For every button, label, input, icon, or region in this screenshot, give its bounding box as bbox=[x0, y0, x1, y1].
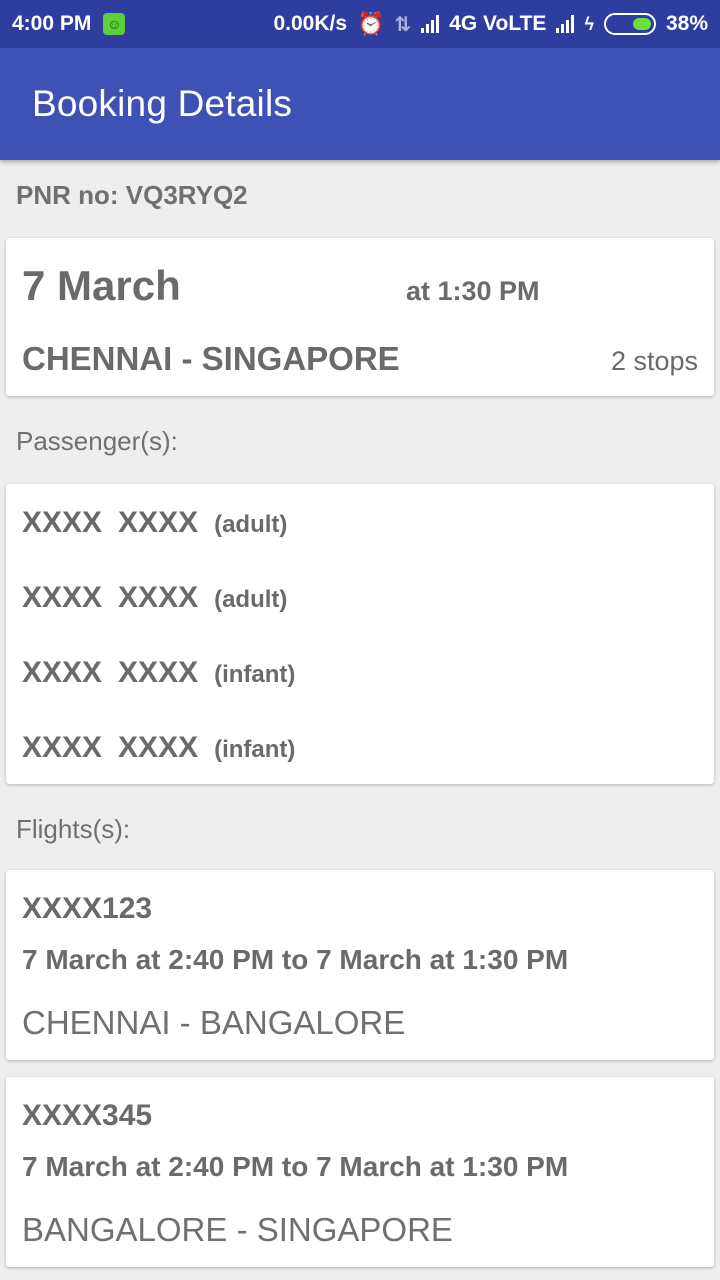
flight-code: XXXX345 bbox=[22, 1099, 153, 1132]
flights-heading: Flights(s): bbox=[16, 814, 131, 844]
pnr-number: PNR no: VQ3RYQ2 bbox=[16, 180, 248, 210]
trip-summary-card[interactable]: 7 March at 1:30 PM CHENNAI - SINGAPORE 2… bbox=[6, 238, 714, 396]
passenger-first-name: XXXX bbox=[22, 506, 103, 539]
passenger-type: (infant) bbox=[214, 661, 296, 688]
passenger-type: (adult) bbox=[214, 586, 288, 613]
app-bar: Booking Details bbox=[0, 48, 720, 160]
passenger-type: (adult) bbox=[214, 511, 288, 538]
flight-code: XXXX123 bbox=[22, 892, 153, 925]
passengers-card: XXXX XXXX (adult) XXXX XXXX (adult) XXXX… bbox=[6, 484, 714, 784]
passenger-row[interactable]: XXXX XXXX (infant) bbox=[22, 656, 295, 690]
flight-route: CHENNAI - BANGALORE bbox=[22, 1004, 406, 1041]
page-title: Booking Details bbox=[32, 83, 293, 124]
charging-icon: ϟ bbox=[584, 13, 594, 34]
network-type: 4G VoLTE bbox=[449, 12, 547, 35]
passenger-type: (infant) bbox=[214, 736, 296, 763]
passenger-first-name: XXXX bbox=[22, 656, 103, 689]
passenger-first-name: XXXX bbox=[22, 581, 103, 614]
flight-card[interactable]: XXXX123 7 March at 2:40 PM to 7 March at… bbox=[6, 870, 714, 1060]
flight-times: 7 March at 2:40 PM to 7 March at 1:30 PM bbox=[22, 944, 569, 975]
trip-stops: 2 stops bbox=[610, 346, 698, 376]
signal-icon bbox=[421, 15, 440, 33]
network-speed: 0.00K/s bbox=[273, 12, 348, 35]
signal-icon-2 bbox=[556, 15, 575, 33]
passenger-first-name: XXXX bbox=[22, 731, 103, 764]
passenger-row[interactable]: XXXX XXXX (infant) bbox=[22, 731, 295, 765]
passenger-row[interactable]: XXXX XXXX (adult) bbox=[22, 506, 287, 540]
trip-time: at 1:30 PM bbox=[406, 276, 540, 306]
battery-level: 38% bbox=[665, 12, 708, 35]
passenger-last-name: XXXX bbox=[118, 656, 199, 689]
trip-route: CHENNAI - SINGAPORE bbox=[22, 340, 400, 377]
flight-route: BANGALORE - SINGAPORE bbox=[22, 1211, 453, 1248]
alarm-icon: ⏰ bbox=[357, 11, 385, 36]
flight-times: 7 March at 2:40 PM to 7 March at 1:30 PM bbox=[22, 1151, 569, 1182]
passenger-last-name: XXXX bbox=[118, 581, 199, 614]
passenger-last-name: XXXX bbox=[118, 731, 199, 764]
clock: 4:00 PM bbox=[12, 12, 92, 35]
battery-icon bbox=[603, 13, 656, 35]
data-transfer-icon: ⇅ bbox=[394, 13, 412, 36]
app-notification-icon: ☺ bbox=[103, 13, 126, 35]
passenger-last-name: XXXX bbox=[118, 506, 199, 539]
passengers-heading: Passenger(s): bbox=[16, 426, 178, 456]
trip-date: 7 March bbox=[22, 262, 181, 309]
status-bar: 4:00 PM ☺ 0.00K/s ⏰ ⇅ 4G VoLTE ϟ 38% bbox=[0, 0, 720, 48]
flight-card[interactable]: XXXX345 7 March at 2:40 PM to 7 March at… bbox=[6, 1077, 714, 1267]
passenger-row[interactable]: XXXX XXXX (adult) bbox=[22, 581, 287, 615]
